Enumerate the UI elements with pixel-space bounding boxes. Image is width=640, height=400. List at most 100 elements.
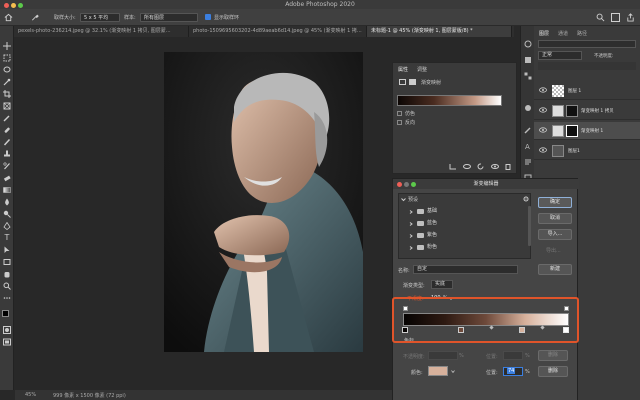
more-tools-icon[interactable] [3,294,11,302]
share-icon[interactable] [626,13,635,22]
quick-select-tool-icon[interactable] [3,78,11,86]
chevron-right-icon [409,234,413,238]
presets-label[interactable]: 预设 [408,196,418,203]
move-tool-icon[interactable] [3,42,11,50]
dither-checkbox[interactable] [397,111,402,116]
chevron-down-icon[interactable] [451,370,455,373]
cancel-button[interactable]: 取消 [538,213,572,224]
layer-row[interactable]: 图层 1 [534,82,640,100]
visibility-eye-icon[interactable] [539,87,547,93]
zoom-level[interactable]: 45% [25,392,36,398]
blur-tool-icon[interactable] [3,198,11,206]
hand-tool-icon[interactable] [3,270,11,278]
sample-size-select[interactable]: 5 x 5 平均 [80,13,120,22]
trash-icon[interactable] [504,163,512,170]
visibility-eye-icon[interactable] [539,107,547,113]
chevron-down-icon[interactable] [401,197,406,202]
properties-section-title: 渐变映射 [421,80,442,86]
layer-mask-thumbnail[interactable] [566,105,578,117]
gradient-preview-bar[interactable] [397,95,502,106]
tab-untitled-1[interactable]: 未标题-1 @ 45% (渐变映射 1, 图层蒙版/8) * [367,26,512,37]
layer-mask-thumbnail[interactable] [566,125,578,137]
reverse-checkbox[interactable] [397,120,402,125]
reset-icon[interactable] [477,163,485,170]
zoom-tool-icon[interactable] [3,282,11,290]
type-tool-icon[interactable]: T [3,234,11,242]
delete-opacity-stop-button[interactable]: 删除 [538,350,568,361]
show-ring-checkbox[interactable] [205,14,211,20]
visibility-eye-icon[interactable] [539,127,547,133]
layer-row[interactable]: 图层1 [534,142,640,160]
tab-paths[interactable]: 路径 [577,30,587,37]
healing-brush-icon[interactable] [3,126,11,134]
reverse-label: 反向 [405,120,416,126]
quick-mask-icon[interactable] [3,326,11,334]
swatches-panel-icon[interactable] [524,72,532,80]
ok-button[interactable]: 确定 [538,197,572,208]
paragraph-panel-icon[interactable] [524,158,532,166]
foreground-color-swatch[interactable] [2,310,9,317]
import-button[interactable]: 导入... [538,229,572,240]
blend-mode-select[interactable]: 正常 [538,51,582,60]
pen-tool-icon[interactable] [3,222,11,230]
layer-row[interactable]: 渐变映射 1 拷贝 [534,102,640,120]
stop-color-position-input[interactable]: 74 [503,367,523,376]
minimize-dialog-button [404,181,409,187]
export-button[interactable]: 导出... [546,247,561,254]
tab-properties[interactable]: 属性 [398,66,408,73]
eraser-tool-icon[interactable] [3,174,11,182]
search-icon[interactable] [596,13,605,22]
document-canvas[interactable] [164,52,363,352]
preset-folder[interactable]: 粉色 [407,242,532,253]
preset-folder[interactable]: 基础 [407,206,532,217]
tab-channels[interactable]: 通道 [558,30,568,37]
color-panel-icon[interactable] [524,56,532,64]
path-select-icon[interactable] [3,246,11,254]
visibility-eye-icon[interactable] [539,147,547,153]
adjustments-panel-icon[interactable] [524,104,532,112]
marquee-tool-icon[interactable] [3,54,11,62]
history-panel-icon[interactable] [524,40,532,48]
view-previous-icon[interactable] [463,163,471,170]
history-brush-icon[interactable] [3,162,11,170]
tab-pexels-photo[interactable]: pexels-photo-236214.jpeg @ 32.1% (渐变映射 1… [14,26,189,37]
maximize-dialog-button[interactable] [411,181,416,187]
character-panel-icon[interactable]: A [524,142,532,150]
clip-to-layer-icon[interactable] [449,163,457,170]
close-dialog-button[interactable] [397,181,402,187]
eyedropper-icon[interactable] [3,114,11,122]
tab-layers[interactable]: 图层 [539,30,549,37]
lasso-tool-icon[interactable] [3,66,11,74]
layer-filter-field[interactable] [538,40,636,48]
preset-folder[interactable]: 紫色 [407,230,532,241]
brush-settings-icon[interactable] [524,126,532,134]
workspace-icon[interactable] [611,13,620,22]
frame-tool-icon[interactable] [3,102,11,110]
stop-color-position-percent: % [525,369,530,375]
gradient-type-select[interactable]: 实底 [431,280,453,289]
eyedropper-tool-icon[interactable] [30,13,40,22]
visibility-toggle-icon[interactable] [491,163,499,170]
rectangle-tool-icon[interactable] [3,258,11,266]
home-icon[interactable] [4,13,13,22]
delete-color-stop-button[interactable]: 删除 [538,366,568,377]
layer-row[interactable]: 渐变映射 1 [534,122,640,140]
mask-icon[interactable] [409,79,416,85]
gradient-tool-icon[interactable] [3,186,11,194]
tab-photo-1509695603202[interactable]: photo-1509695603202-4d89aeab6d14.jpeg @ … [189,26,367,37]
name-input[interactable]: 自定 [413,265,518,274]
crop-tool-icon[interactable] [3,90,11,98]
sample-select[interactable]: 所有图层 [140,13,198,22]
document-info[interactable]: 999 像素 x 1500 像素 (72 ppi) [53,392,126,399]
dodge-tool-icon[interactable] [3,210,11,218]
brush-tool-icon[interactable] [3,138,11,146]
stop-color-swatch[interactable] [428,366,448,376]
new-button[interactable]: 新建 [538,264,572,275]
preset-folder[interactable]: 蓝色 [407,218,532,229]
gear-icon[interactable] [523,196,529,202]
show-ring-label: 显示取样环 [214,15,240,21]
screen-mode-icon[interactable] [3,338,11,346]
tab-adjustments[interactable]: 调整 [417,66,427,73]
stop-opacity-percent: % [459,353,464,359]
clone-stamp-icon[interactable] [3,150,11,158]
